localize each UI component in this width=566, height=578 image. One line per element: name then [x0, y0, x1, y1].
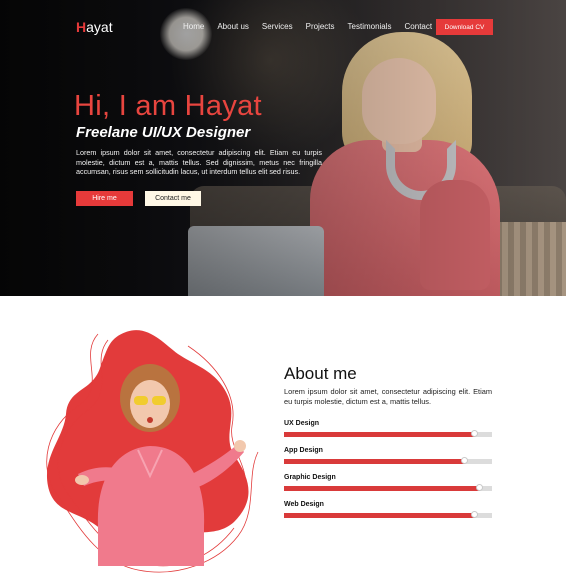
hero-title: Hi, I am Hayat [74, 90, 262, 122]
skill-app-design: App Design [284, 447, 492, 464]
nav-contact[interactable]: Contact [405, 22, 433, 31]
download-cv-button[interactable]: Download CV [436, 19, 493, 35]
skill-slider-handle[interactable] [471, 511, 478, 518]
hero-subtitle: Freelane UI/UX Designer [76, 124, 251, 141]
about-portrait-illustration [46, 330, 259, 573]
skill-track [284, 484, 492, 491]
main-nav: Home About us Services Projects Testimon… [183, 22, 445, 31]
nav-projects[interactable]: Projects [306, 22, 335, 31]
skill-track [284, 511, 492, 518]
about-description: Lorem ipsum dolor sit amet, consectetur … [284, 387, 492, 406]
skill-fill [284, 513, 475, 518]
hire-me-button[interactable]: Hire me [76, 191, 133, 206]
nav-about-us[interactable]: About us [217, 22, 249, 31]
skill-ux-design: UX Design [284, 420, 492, 437]
skill-graphic-design: Graphic Design [284, 474, 492, 491]
skill-label: App Design [284, 447, 323, 454]
skill-fill [284, 432, 475, 437]
skill-slider-handle[interactable] [471, 430, 478, 437]
skill-label: Graphic Design [284, 474, 336, 481]
nav-testimonials[interactable]: Testimonials [348, 22, 392, 31]
skill-label: Web Design [284, 501, 324, 508]
logo-initial: H [76, 19, 87, 35]
logo-text: ayat [86, 19, 113, 35]
site-logo[interactable]: Hayat [76, 19, 113, 35]
skill-web-design: Web Design [284, 501, 492, 518]
about-title: About me [284, 364, 357, 383]
skill-fill [284, 486, 480, 491]
skill-slider-handle[interactable] [476, 484, 483, 491]
skill-slider-handle[interactable] [461, 457, 468, 464]
contact-me-button[interactable]: Contact me [145, 191, 201, 206]
hero-description: Lorem ipsum dolor sit amet, consectetur … [76, 148, 322, 177]
nav-home[interactable]: Home [183, 22, 204, 31]
skill-fill [284, 459, 465, 464]
skill-label: UX Design [284, 420, 320, 427]
nav-services[interactable]: Services [262, 22, 293, 31]
skill-track [284, 430, 492, 437]
hero-section: Hayat Home About us Services Projects Te… [0, 0, 566, 296]
skill-track [284, 457, 492, 464]
